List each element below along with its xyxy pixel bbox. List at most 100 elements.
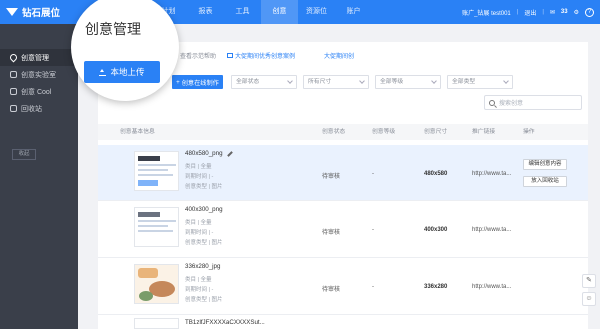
chevron-down-icon — [503, 78, 509, 84]
size-cell: 480x580 — [424, 171, 448, 177]
status-cell: 待审核 — [322, 230, 341, 236]
creative-name-text: TB1zlfJFXXXXaCXXXXSut... — [185, 319, 265, 326]
help-link-label: 大促期间优秀创意案例 — [235, 54, 296, 60]
service-icon[interactable]: ☺ — [582, 292, 596, 306]
creative-thumbnail[interactable] — [134, 151, 179, 191]
filter-value: 全部类型 — [452, 79, 476, 85]
divider: | — [542, 9, 544, 15]
creative-thumbnail[interactable] — [134, 264, 179, 304]
creative-meta: 类目 | 全量 — [185, 277, 212, 283]
sidebar-item-creative-manage[interactable]: 创意管理 — [0, 49, 78, 66]
level-cell: - — [372, 284, 374, 290]
diamond-icon — [6, 7, 18, 17]
mail-icon[interactable]: ✉ — [550, 9, 555, 16]
folder-icon — [10, 88, 17, 95]
help-link-promo[interactable]: 大促期间创 — [324, 51, 354, 60]
chat-icon[interactable]: ✎ — [582, 274, 596, 288]
size-cell: 400x300 — [424, 227, 448, 233]
chevron-down-icon — [359, 78, 365, 84]
creative-name-text: 400x300_png — [185, 206, 223, 213]
creative-name-text: 336x280_jpg — [185, 263, 221, 270]
nav-report[interactable]: 报表 — [187, 0, 224, 24]
button-label: 本地上传 — [110, 67, 145, 77]
nav-creative[interactable]: 创意 — [261, 0, 298, 24]
page-title: 创意管理 — [85, 21, 141, 37]
collapse-button[interactable]: 收起 — [12, 149, 36, 160]
edit-pencil-icon[interactable] — [226, 150, 233, 157]
settings-icon[interactable]: ⚙ — [574, 9, 579, 16]
level-cell: - — [372, 227, 374, 233]
chevron-down-icon — [431, 78, 437, 84]
creative-meta: 创意类型 | 图片 — [185, 240, 223, 246]
nav-resource[interactable]: 资源位 — [298, 0, 335, 24]
sidebar-item-label: 回收站 — [21, 105, 42, 113]
user-name[interactable]: 账广_钻展 test001 — [462, 8, 511, 17]
search-icon — [489, 99, 495, 106]
top-right: 账广_钻展 test001 | 退出 | ✉ 33 ⚙ ? — [462, 0, 594, 24]
sidebar-item-label: 创意管理 — [21, 54, 49, 62]
creative-meta: 到期时间 | - — [185, 230, 214, 236]
brand-name: 钻石展位 — [22, 8, 61, 19]
table-header: 创意基本信息 创意状态 创意等级 创意尺寸 推广链接 操作 — [98, 124, 588, 140]
help-link-cases[interactable]: 大促期间优秀创意案例 — [227, 51, 295, 60]
size-cell: 336x280 — [424, 284, 448, 290]
col-actions: 操作 — [523, 129, 535, 135]
creative-meta: 类目 | 全量 — [185, 220, 212, 226]
button-label: 创意在线制作 — [181, 79, 219, 87]
external-link-icon — [227, 53, 233, 58]
help-link-label: 大促期间创 — [324, 54, 355, 60]
upload-icon — [99, 68, 107, 76]
creative-thumbnail[interactable] — [134, 318, 179, 329]
search-input[interactable]: 搜索创意 — [484, 95, 582, 110]
user-icon — [10, 71, 17, 78]
creative-name: TB1zlfJFXXXXaCXXXXSut... — [185, 319, 265, 326]
logout-link[interactable]: 退出 — [524, 8, 536, 17]
help-link-demo[interactable]: 查看示范帮助 — [180, 51, 216, 60]
filter-value: 所有尺寸 — [308, 79, 332, 85]
creative-meta: 创意类型 | 图片 — [185, 184, 223, 190]
link-cell[interactable]: http://www.ta... — [472, 227, 511, 233]
sidebar-item-recycle[interactable]: 回收站 — [0, 100, 78, 117]
local-upload-button[interactable]: 本地上传 — [84, 61, 160, 83]
top-nav: 计划 报表 工具 创意 资源位 账户 — [150, 0, 372, 24]
location-icon — [8, 52, 19, 63]
creative-name: 336x280_jpg — [185, 263, 220, 270]
mail-count: 33 — [560, 9, 568, 15]
plus-icon: + — [176, 78, 180, 86]
level-filter[interactable]: 全部等级 — [375, 75, 441, 89]
creative-name: 480x580_png — [185, 150, 233, 157]
search-placeholder: 搜索创意 — [499, 101, 524, 107]
type-filter[interactable]: 全部类型 — [447, 75, 513, 89]
help-icon[interactable]: ? — [585, 7, 594, 17]
creative-thumbnail[interactable] — [134, 207, 179, 247]
creative-meta: 到期时间 | - — [185, 174, 214, 180]
divider: | — [516, 9, 519, 15]
col-size: 创意尺寸 — [424, 129, 448, 135]
edit-creative-button[interactable]: 编辑创意内容 — [523, 159, 567, 170]
nav-account[interactable]: 账户 — [335, 0, 372, 24]
move-to-recycle-button[interactable]: 放入回收站 — [523, 176, 567, 187]
filter-value: 全部状态 — [236, 79, 260, 85]
nav-tools[interactable]: 工具 — [224, 0, 261, 24]
link-cell[interactable]: http://www.ta... — [472, 171, 511, 177]
sidebar: 创意管理 创意实验室 创意 Cool 回收站 收起 — [0, 24, 78, 329]
col-status: 创意状态 — [322, 129, 346, 135]
sidebar-item-creative-lab[interactable]: 创意实验室 — [0, 66, 78, 83]
sidebar-item-creative-cool[interactable]: 创意 Cool — [0, 83, 78, 100]
col-link: 推广链接 — [472, 129, 496, 135]
status-filter[interactable]: 全部状态 — [231, 75, 297, 89]
col-basic-info: 创意基本信息 — [120, 129, 155, 135]
col-level: 创意等级 — [372, 129, 396, 135]
create-online-button[interactable]: + 创意在线制作 — [172, 75, 223, 89]
link-cell[interactable]: http://www.ta... — [472, 284, 511, 290]
creative-name: 400x300_png — [185, 206, 223, 213]
sidebar-item-label: 创意实验室 — [21, 71, 56, 79]
creative-meta: 创意类型 | 图片 — [185, 297, 223, 303]
status-cell: 待审核 — [322, 287, 341, 293]
brand-logo[interactable]: 钻石展位 — [6, 5, 60, 19]
creative-meta: 到期时间 | - — [185, 287, 214, 293]
filter-value: 全部等级 — [380, 79, 404, 85]
size-filter[interactable]: 所有尺寸 — [303, 75, 369, 89]
help-link-label: 查看示范帮助 — [180, 54, 217, 60]
chevron-down-icon — [287, 78, 293, 84]
